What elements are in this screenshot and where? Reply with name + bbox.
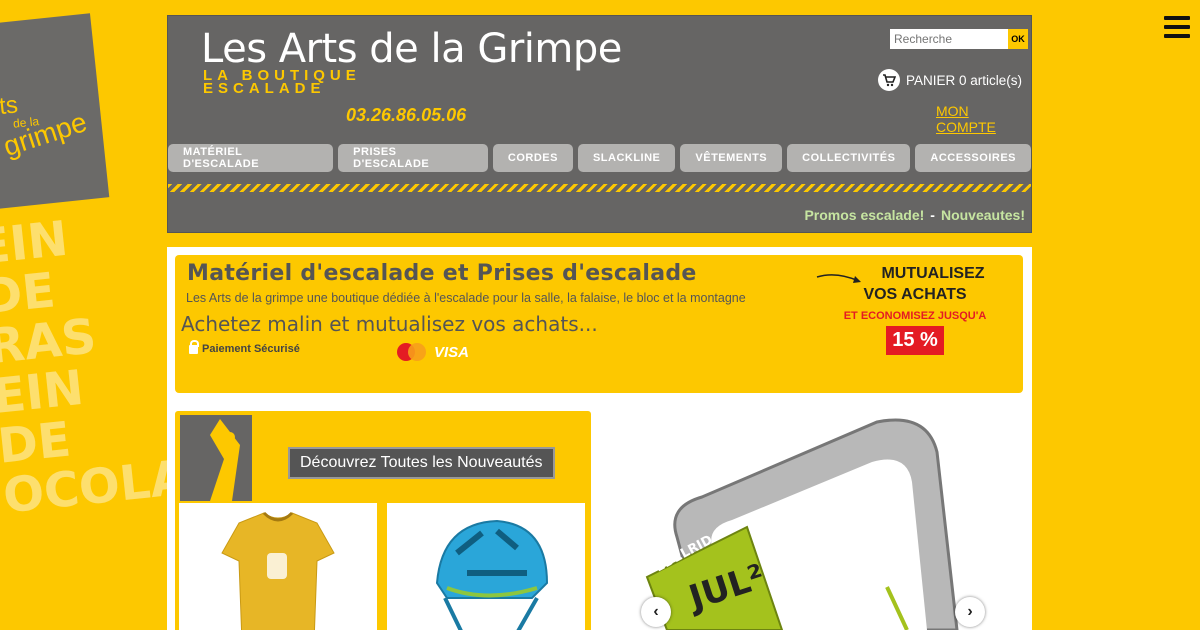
site-header: Les Arts de la Grimpe LA BOUTIQUE ESCALA… [167,15,1032,233]
promo-links: Promos escalade! - Nouveautes! [804,207,1025,223]
nouveautes-link[interactable]: Nouveautes! [941,207,1025,223]
product-slider: JUL² EDELRID [607,407,1027,630]
main-content: Matériel d'escalade et Prises d'escalade… [167,247,1032,630]
lock-icon [189,339,199,354]
nouveautes-section: Découvrez Toutes les Nouveautés [175,411,591,630]
intro-banner: Matériel d'escalade et Prises d'escalade… [175,255,1023,393]
nav-prises-escalade[interactable]: PRISES D'ESCALADE [338,144,488,172]
main-nav: MATÉRIEL D'ESCALADE PRISES D'ESCALADE CO… [168,144,1031,172]
banner-title: Matériel d'escalade et Prises d'escalade [187,261,697,286]
visa-logo: VISA [434,343,470,361]
site-tagline: LA BOUTIQUE ESCALADE [203,67,361,97]
promo-separator: - [930,207,935,223]
account-link[interactable]: MON COMPTE [936,103,1031,135]
helmet-image [435,519,549,630]
secure-payment: Paiement Sécurisé [189,339,300,355]
banner-cta: Achetez malin et mutualisez vos achats..… [181,312,598,336]
phone-number: 03.26.86.05.06 [346,105,467,125]
cart-link[interactable]: PANIER 0 article(s) [878,69,1022,91]
slider-prev-button[interactable]: ‹ [641,597,671,627]
tshirt-image [221,511,335,630]
arrow-icon [816,274,861,283]
promos-link[interactable]: Promos escalade! [804,207,924,223]
cart-icon [878,69,900,91]
product-helmet[interactable] [387,503,585,630]
mutualisez-promo: MUTUALISEZ VOS ACHATS ET ECONOMISEZ JUSQ… [815,265,1015,355]
belay-device-image: JUL² EDELRID [645,418,959,630]
header-divider [168,184,1031,192]
secure-payment-label: Paiement Sécurisé [202,343,300,355]
mastercard-logo [397,343,426,361]
search-form: OK [890,29,1028,49]
nav-cordes[interactable]: CORDES [492,144,573,172]
search-button[interactable]: OK [1008,29,1028,49]
side-logo: ts de la grimpe [0,13,110,212]
climber-illustration [180,415,252,501]
side-slogan: EIN DE RAS EIN DE OCOLAT [0,209,219,525]
side-slogan-text: EIN DE RAS EIN DE OCOLAT [0,210,219,525]
payment-logos: VISA [397,343,469,361]
menu-icon[interactable] [1164,16,1190,43]
search-input[interactable] [890,29,1008,49]
site-title[interactable]: Les Arts de la Grimpe [201,26,622,72]
mutu-line2: VOS ACHATS [863,286,967,303]
discount-badge: 15 % [886,326,944,355]
cart-label: PANIER 0 article(s) [906,72,1023,88]
nouveautes-header: Découvrez Toutes les Nouveautés [180,415,585,501]
chevron-left-icon: ‹ [653,603,659,620]
product-tshirt[interactable] [179,503,377,630]
chevron-right-icon: › [967,603,973,620]
banner-subtitle: Les Arts de la grimpe une boutique dédié… [186,291,746,305]
nav-accessoires[interactable]: ACCESSOIRES [915,144,1031,172]
nav-materiel-escalade[interactable]: MATÉRIEL D'ESCALADE [168,144,334,172]
mutu-line3: ET ECONOMISEZ JUSQU'A [843,310,987,322]
discover-nouveautes-button[interactable]: Découvrez Toutes les Nouveautés [288,447,555,479]
slider-next-button[interactable]: › [955,597,985,627]
nav-vetements[interactable]: VÊTEMENTS [680,144,783,172]
nav-slackline[interactable]: SLACKLINE [577,144,676,172]
nav-collectivites[interactable]: COLLECTIVITÉS [787,144,911,172]
